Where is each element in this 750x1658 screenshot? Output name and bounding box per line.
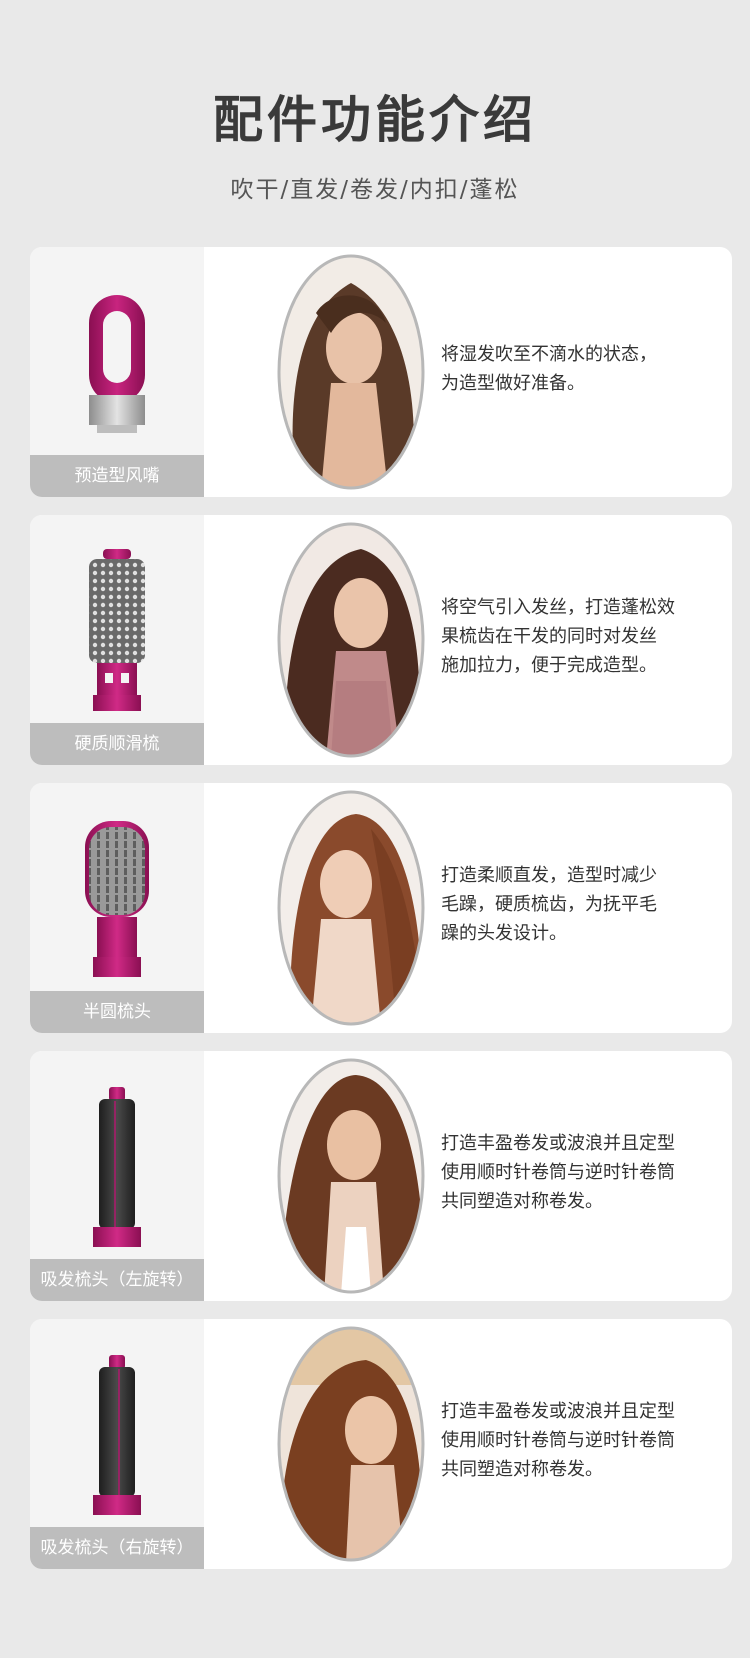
- accessory-description: 打造丰盈卷发或波浪并且定型 使用顺时针卷筒与逆时针卷筒 共同塑造对称卷发。: [441, 1133, 675, 1212]
- model-portrait-image: [277, 1058, 425, 1294]
- curling-barrel-left-attachment-image: [93, 1087, 141, 1247]
- accessory-description: 打造柔顺直发，造型时减少 毛躁，硬质梳齿，为抚平毛 躁的头发设计。: [441, 865, 657, 944]
- model-portrait-image: [277, 790, 425, 1026]
- product-panel: 硬质顺滑梳: [30, 515, 204, 765]
- product-label: 硬质顺滑梳: [30, 723, 204, 765]
- accessory-card-curler-left: 吸发梳头（左旋转） 打造丰盈卷发或波浪并且定型 使用顺时针卷筒与逆时针卷筒 共同…: [30, 1051, 732, 1301]
- page-title: 配件功能介绍: [213, 91, 537, 149]
- product-panel: 吸发梳头（右旋转）: [30, 1319, 204, 1569]
- round-brush-attachment-image: [89, 549, 145, 711]
- accessory-card-nozzle: 预造型风嘴 将湿发吹至不滴水的状态， 为造型做好准备。: [30, 247, 732, 497]
- accessory-description: 将湿发吹至不滴水的状态， 为造型做好准备。: [441, 344, 657, 394]
- curling-barrel-right-attachment-image: [93, 1355, 141, 1515]
- product-label: 预造型风嘴: [30, 455, 204, 497]
- accessory-card-half-round-brush: 半圆梳头 打造柔顺直发，造型时减少 毛躁，硬质梳齿，为抚平毛 躁的头发设计。: [30, 783, 732, 1033]
- product-panel: 吸发梳头（左旋转）: [30, 1051, 204, 1301]
- half-round-brush-attachment-image: [85, 821, 149, 977]
- product-label: 吸发梳头（右旋转）: [30, 1527, 204, 1569]
- product-panel: 半圆梳头: [30, 783, 204, 1033]
- product-panel: 预造型风嘴: [30, 247, 204, 497]
- product-label: 半圆梳头: [30, 991, 204, 1033]
- model-portrait-image: [277, 522, 425, 758]
- accessory-description: 打造丰盈卷发或波浪并且定型 使用顺时针卷筒与逆时针卷筒 共同塑造对称卷发。: [441, 1401, 675, 1480]
- model-portrait-image: [277, 254, 425, 490]
- page-subtitle: 吹干/直发/卷发/内扣/蓬松: [230, 177, 520, 203]
- accessory-card-curler-right: 吸发梳头（右旋转） 打造丰盈卷发或波浪并且定型 使用顺时针卷筒与逆时针卷筒 共同…: [30, 1319, 732, 1569]
- product-label: 吸发梳头（左旋转）: [30, 1259, 204, 1301]
- accessory-card-round-brush: 硬质顺滑梳 将空气引入发丝，打造蓬松效 果梳齿在干发的同时对发丝 施加拉力，便于…: [30, 515, 732, 765]
- accessory-description: 将空气引入发丝，打造蓬松效 果梳齿在干发的同时对发丝 施加拉力，便于完成造型。: [441, 597, 675, 676]
- nozzle-attachment-image: [89, 295, 145, 433]
- model-portrait-image: [277, 1326, 425, 1562]
